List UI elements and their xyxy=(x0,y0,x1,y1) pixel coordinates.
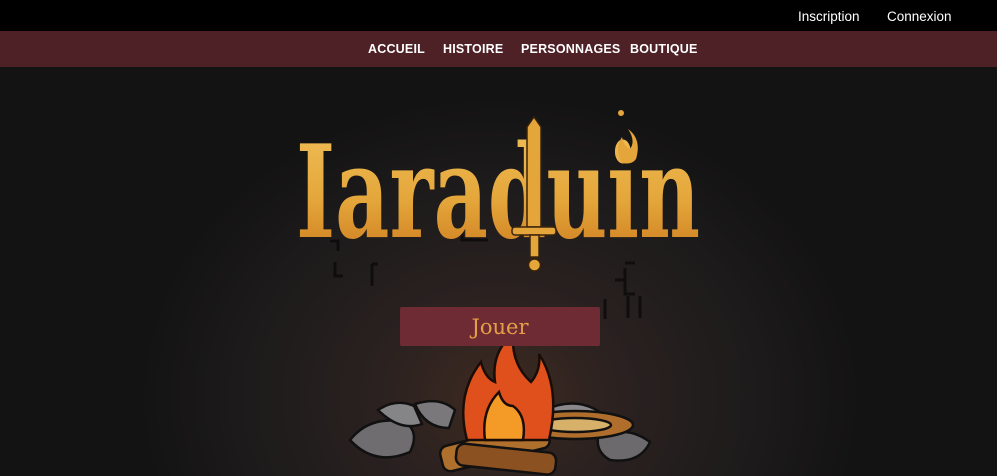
site-logo: Iaraduin xyxy=(296,110,700,272)
flame-icon xyxy=(461,331,555,442)
logo-text: Iaraduin xyxy=(296,118,700,268)
play-button-label: Jouer xyxy=(471,314,529,339)
play-button[interactable]: Jouer xyxy=(400,307,600,346)
